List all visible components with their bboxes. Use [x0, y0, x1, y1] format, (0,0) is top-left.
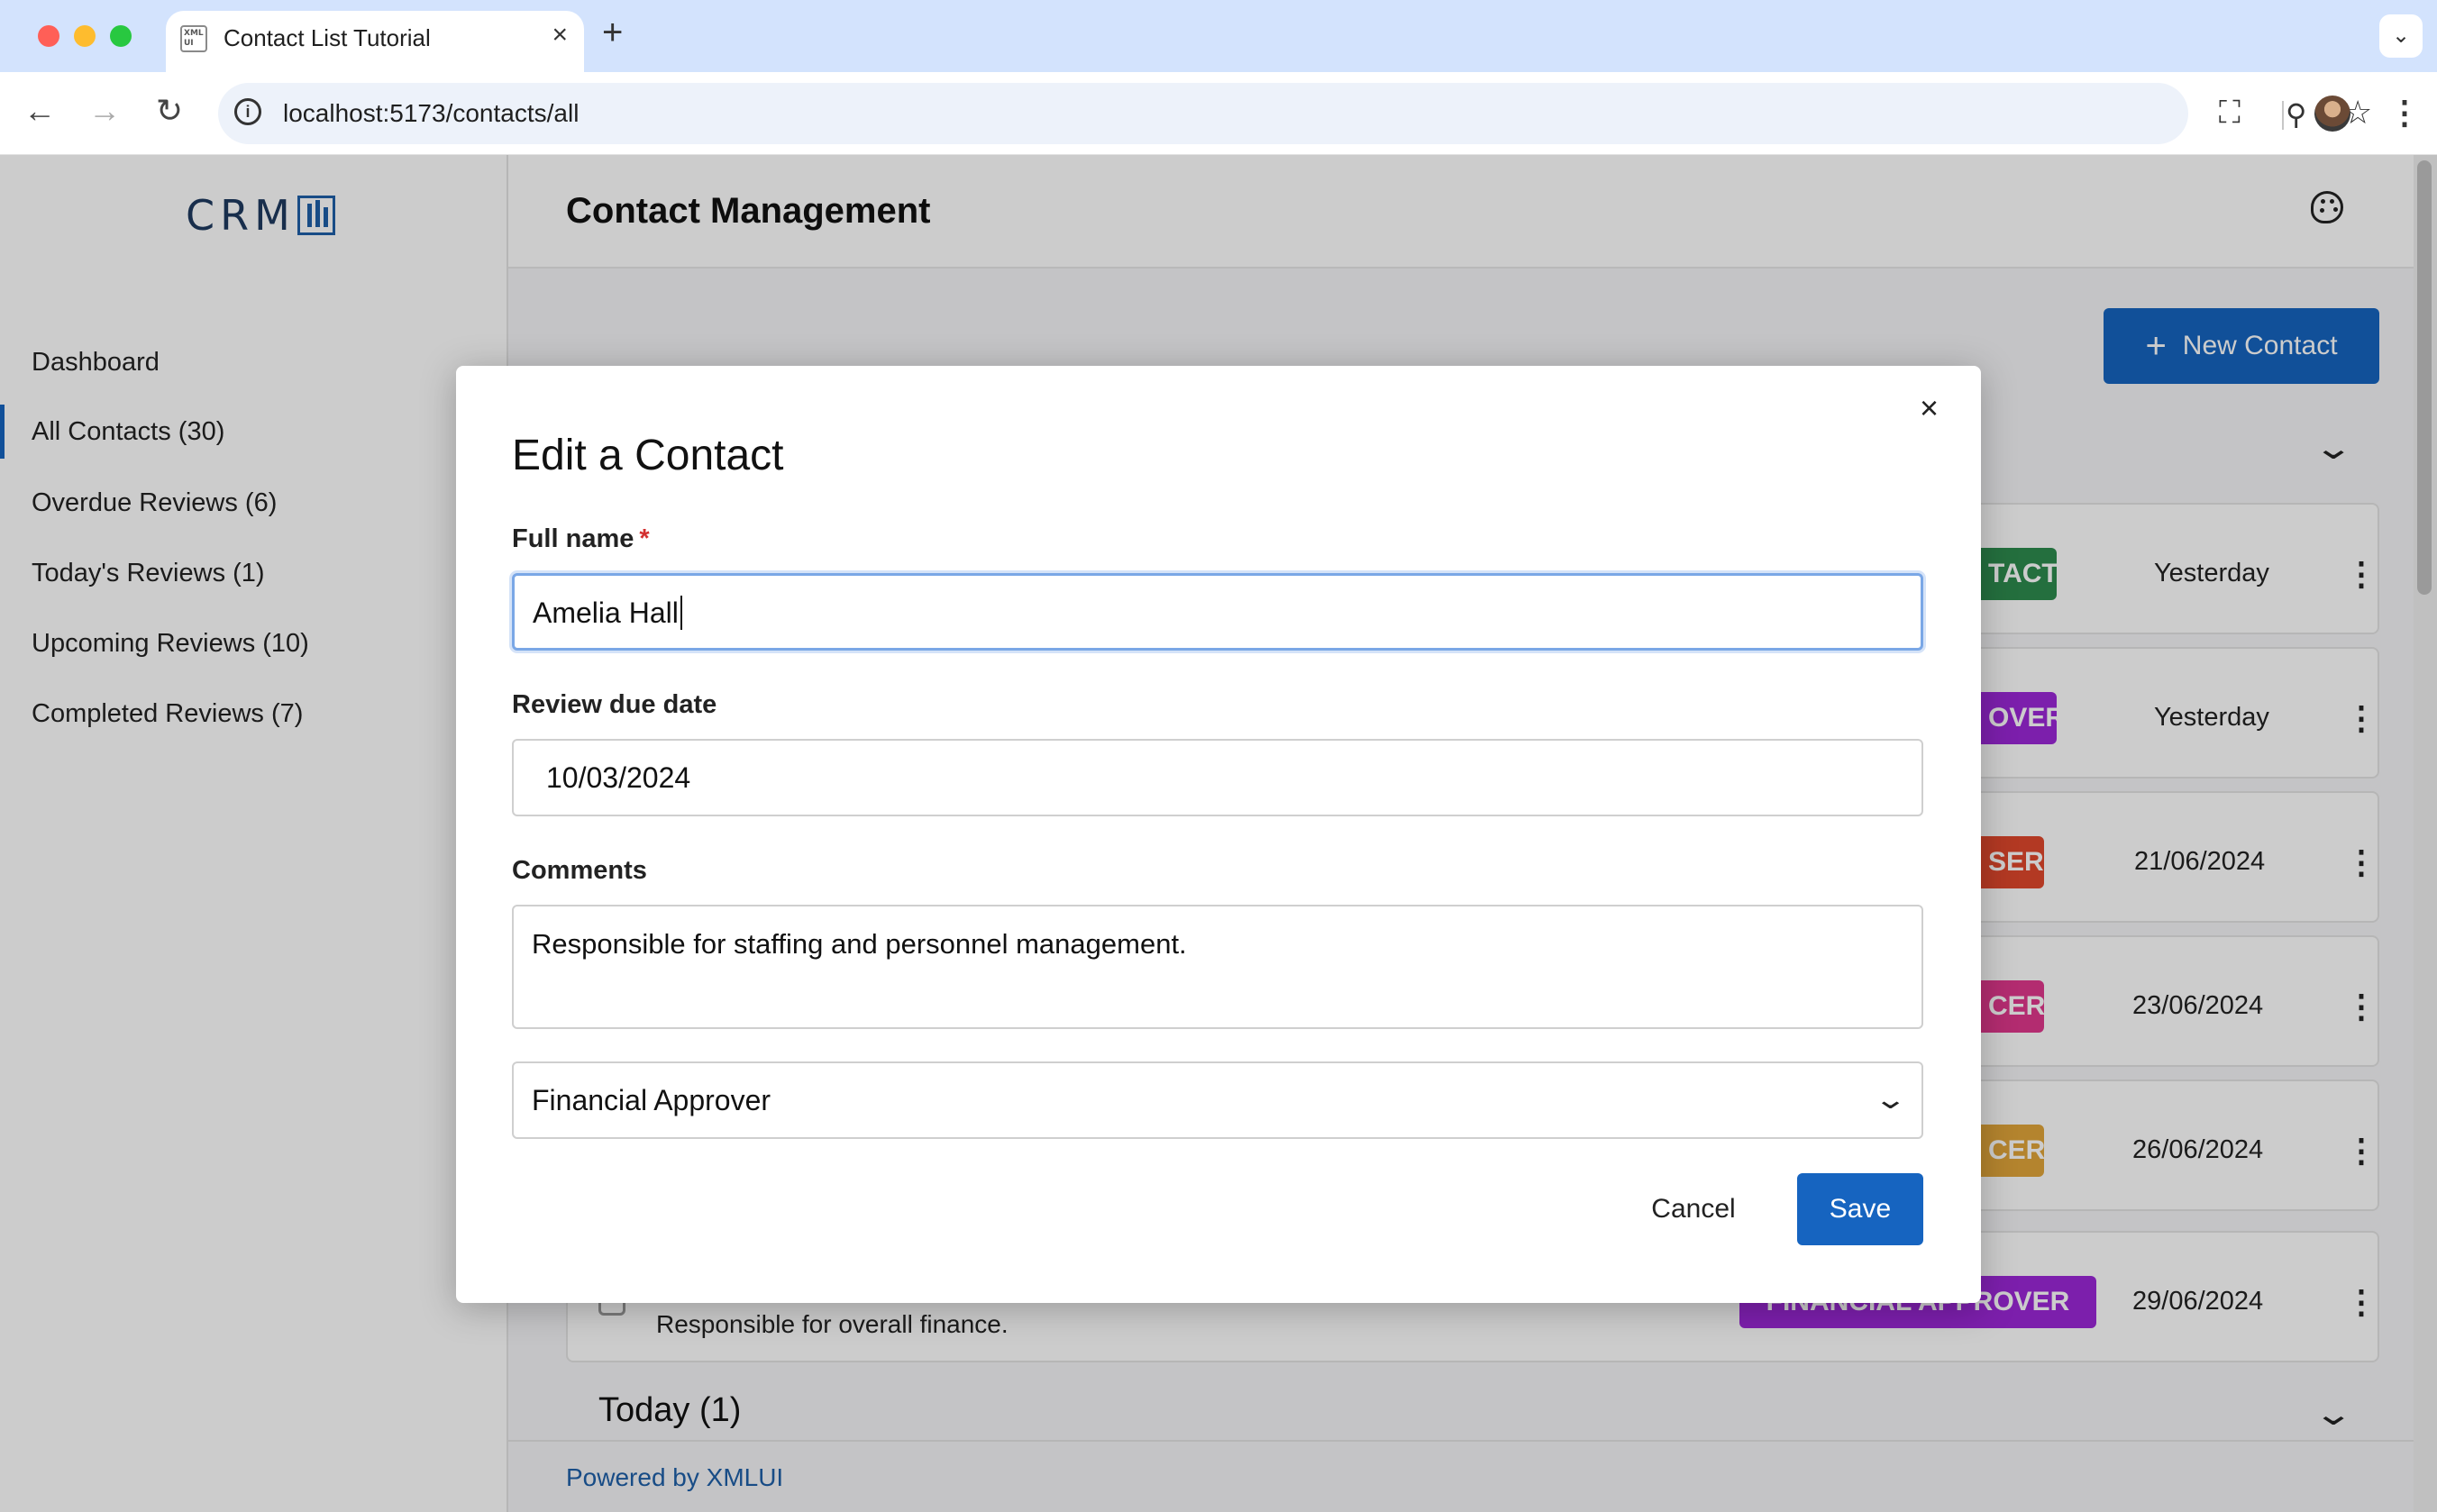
extensions-icon[interactable]: ⛶ [2219, 96, 2241, 131]
tab-close-icon[interactable]: × [552, 20, 568, 50]
browser-tab-bar: XML UI Contact List Tutorial × + ⌄ [0, 0, 2437, 72]
tab-search-chevron-icon[interactable]: ⌄ [2379, 14, 2423, 58]
dialog-title: Edit a Contact [512, 432, 784, 479]
full-name-value: Amelia Hall [533, 597, 679, 629]
cancel-button[interactable]: Cancel [1626, 1173, 1761, 1245]
browser-menu-icon[interactable]: ⋮ [2388, 94, 2421, 132]
category-select-value: Financial Approver [532, 1084, 771, 1116]
text-cursor [680, 596, 682, 630]
zoom-icon[interactable]: ⚲ [2286, 97, 2306, 132]
reload-icon[interactable]: ↻ [148, 92, 191, 130]
site-info-icon[interactable]: i [234, 98, 261, 125]
chevron-down-icon: ⌄ [1873, 1085, 1908, 1115]
category-select[interactable]: Financial Approver ⌄ [512, 1061, 1923, 1139]
toolbar-divider [2282, 101, 2284, 130]
full-name-input[interactable]: Amelia Hall [512, 573, 1923, 651]
review-date-input[interactable]: 10/03/2024 [512, 739, 1923, 816]
save-button[interactable]: Save [1797, 1173, 1923, 1245]
new-tab-button[interactable]: + [602, 13, 623, 53]
forward-arrow-icon[interactable]: → [83, 92, 126, 130]
browser-tab[interactable]: XML UI Contact List Tutorial × [166, 11, 584, 72]
tab-title: Contact List Tutorial [224, 24, 431, 51]
full-name-label: Full name * [512, 524, 650, 554]
comments-label: Comments [512, 856, 647, 885]
browser-toolbar: ← → ↻ i localhost:5173/contacts/all ⚲ ☆ [0, 72, 2437, 155]
full-name-label-text: Full name [512, 524, 634, 553]
back-arrow-icon[interactable]: ← [18, 92, 61, 130]
required-marker: * [639, 524, 650, 553]
review-date-label: Review due date [512, 690, 717, 719]
close-window-button[interactable] [38, 25, 59, 47]
profile-avatar[interactable] [2314, 96, 2350, 132]
edit-contact-dialog: × Edit a Contact Full name * Amelia Hall … [456, 366, 1981, 1303]
favicon-icon: XML UI [180, 25, 207, 52]
comments-textarea[interactable]: Responsible for staffing and personnel m… [512, 905, 1923, 1029]
maximize-window-button[interactable] [110, 25, 132, 47]
minimize-window-button[interactable] [74, 25, 96, 47]
url-text[interactable]: localhost:5173/contacts/all [283, 99, 579, 128]
close-icon[interactable]: × [1920, 389, 1939, 427]
address-bar[interactable]: i localhost:5173/contacts/all ⚲ ☆ [218, 83, 2372, 144]
